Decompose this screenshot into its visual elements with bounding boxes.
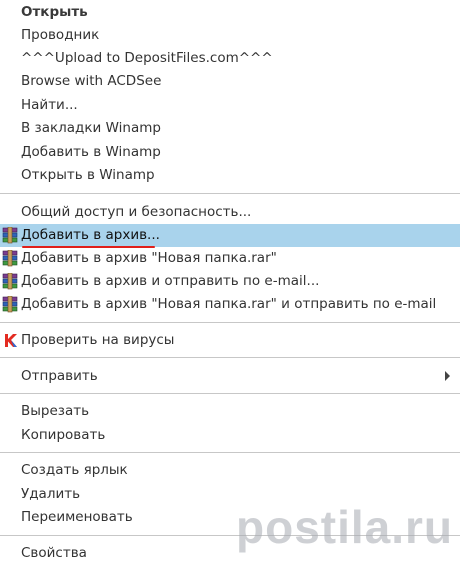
menu-item-label: Вырезать (21, 403, 90, 419)
menu-item-label: В закладки Winamp (21, 120, 161, 136)
menu-item-label: Найти... (21, 97, 78, 113)
menu-item-label: Свойства (21, 545, 87, 561)
menu-item-label: Удалить (21, 486, 81, 502)
context-menu: Открыть Проводник ^^^Upload to DepositFi… (0, 0, 460, 570)
menu-item-send-to[interactable]: Отправить (0, 365, 460, 388)
menu-item-open-in-winamp[interactable]: Открыть в Winamp (0, 164, 460, 187)
menu-item-add-to-archive-named[interactable]: Добавить в архив "Новая папка.rar" (0, 247, 460, 270)
menu-item-winamp-bookmarks[interactable]: В закладки Winamp (0, 117, 460, 140)
menu-item-label: Добавить в Winamp (21, 144, 161, 160)
winrar-icon (2, 273, 18, 290)
menu-item-label: Добавить в архив "Новая папка.rar" и отп… (21, 296, 437, 312)
menu-item-label: ^^^Upload to DepositFiles.com^^^ (21, 50, 273, 66)
menu-item-add-to-archive[interactable]: Добавить в архив... (0, 224, 460, 247)
submenu-arrow-icon (445, 371, 450, 381)
menu-item-add-to-winamp[interactable]: Добавить в Winamp (0, 141, 460, 164)
menu-item-browse-acdsee[interactable]: Browse with ACDSee (0, 70, 460, 93)
menu-item-upload-depositfiles[interactable]: ^^^Upload to DepositFiles.com^^^ (0, 47, 460, 70)
winrar-icon (2, 296, 18, 313)
kaspersky-icon (5, 334, 17, 347)
menu-separator (0, 452, 460, 453)
menu-separator (0, 393, 460, 394)
winrar-icon (2, 227, 18, 244)
menu-item-label: Создать ярлык (21, 462, 128, 478)
menu-item-label: Проводник (21, 27, 100, 43)
menu-item-explorer[interactable]: Проводник (0, 24, 460, 47)
menu-item-label: Добавить в архив "Новая папка.rar" (21, 250, 277, 266)
menu-item-label: Копировать (21, 427, 106, 443)
menu-item-label: Добавить в архив... (21, 227, 160, 243)
menu-item-add-to-archive-email[interactable]: Добавить в архив и отправить по e-mail..… (0, 270, 460, 293)
menu-item-sharing-security[interactable]: Общий доступ и безопасность... (0, 201, 460, 224)
menu-item-cut[interactable]: Вырезать (0, 400, 460, 423)
menu-item-label: Добавить в архив и отправить по e-mail..… (21, 273, 320, 289)
menu-separator (0, 322, 460, 323)
menu-item-label: Отправить (21, 368, 98, 384)
menu-item-find[interactable]: Найти... (0, 94, 460, 117)
winrar-icon (2, 250, 18, 267)
menu-item-add-to-archive-named-email[interactable]: Добавить в архив "Новая папка.rar" и отп… (0, 293, 460, 316)
menu-item-label: Переименовать (21, 509, 133, 525)
menu-separator (0, 193, 460, 194)
menu-item-label: Открыть в Winamp (21, 167, 155, 183)
menu-item-label: Проверить на вирусы (21, 332, 175, 348)
menu-separator (0, 357, 460, 358)
menu-item-open[interactable]: Открыть (0, 1, 460, 24)
menu-item-scan-viruses[interactable]: Проверить на вирусы (0, 329, 460, 352)
menu-item-label: Общий доступ и безопасность... (21, 204, 252, 220)
menu-item-copy[interactable]: Копировать (0, 424, 460, 447)
menu-item-create-shortcut[interactable]: Создать ярлык (0, 459, 460, 482)
menu-item-label: Browse with ACDSee (21, 73, 162, 89)
menu-item-label: Открыть (21, 4, 88, 20)
watermark: postila.ru (236, 501, 454, 553)
